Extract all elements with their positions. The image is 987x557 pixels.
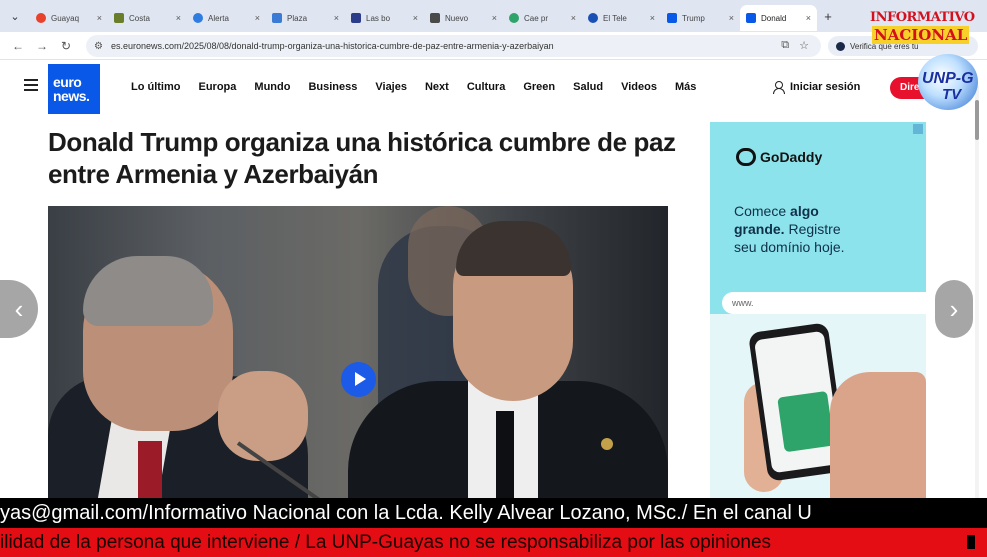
browser-tab[interactable]: Las bo × — [345, 5, 424, 31]
nav-item-green[interactable]: Green — [523, 81, 555, 93]
nav-item-videos[interactable]: Videos — [621, 81, 657, 93]
channel-watermark-logo: INFORMATIVO NACIONAL UNP-G TV — [868, 10, 987, 110]
tab-close-icon[interactable]: × — [729, 13, 734, 23]
nav-item-mas[interactable]: Más — [675, 81, 696, 93]
nav-item-europa[interactable]: Europa — [199, 81, 237, 93]
carousel-prev-icon[interactable]: ‹ — [0, 280, 38, 338]
tab-strip: ⌄ Guayaq × Costa × Alerta × Plaza × Las … — [0, 0, 987, 32]
tab-close-icon[interactable]: × — [806, 13, 811, 23]
tab-close-icon[interactable]: × — [650, 13, 655, 23]
nav-item-next[interactable]: Next — [425, 81, 449, 93]
site-header: euro news. Lo último Europa Mundo Busine… — [0, 60, 987, 116]
ticker-top: yas@gmail.com/Informativo Nacional con l… — [0, 498, 987, 528]
play-button-icon[interactable] — [341, 362, 376, 397]
tab-favicon-icon — [36, 13, 46, 23]
user-icon — [772, 81, 785, 94]
ad-info-icon[interactable] — [913, 124, 923, 134]
ticker-bottom: ilidad de la persona que interviene / La… — [0, 528, 987, 557]
browser-toolbar: ← → ↻ ⚙ es.euronews.com/2025/08/08/donal… — [0, 32, 987, 60]
screen-share-icon[interactable]: ⧉ — [781, 39, 789, 52]
tab-favicon-icon — [114, 13, 124, 23]
site-info-icon[interactable]: ⚙ — [94, 41, 103, 52]
tab-close-icon[interactable]: × — [413, 13, 418, 23]
ad-copy: Comece algo grande. Registre seu domínio… — [734, 203, 845, 255]
page-scrollbar[interactable] — [975, 86, 979, 500]
browser-tab[interactable]: Alerta × — [187, 5, 266, 31]
godaddy-logo-icon — [736, 148, 756, 166]
forward-arrow-icon[interactable]: → — [30, 39, 54, 53]
browser-tab[interactable]: Guayaq × — [30, 5, 108, 31]
nav-item-business[interactable]: Business — [308, 81, 357, 93]
hamburger-menu-icon[interactable] — [24, 79, 38, 91]
browser-tab[interactable]: El Tele × — [582, 5, 661, 31]
tab-close-icon[interactable]: × — [571, 13, 576, 23]
tab-favicon-icon — [667, 13, 677, 23]
reload-icon[interactable]: ↻ — [54, 39, 78, 53]
url-text[interactable]: es.euronews.com/2025/08/08/donald-trump-… — [111, 41, 554, 51]
carousel-next-icon[interactable]: › — [935, 280, 973, 338]
screen: ⌄ Guayaq × Costa × Alerta × Plaza × Las … — [0, 0, 987, 557]
browser-tab[interactable]: Nuevo × — [424, 5, 503, 31]
tab-favicon-icon — [509, 13, 519, 23]
address-bar[interactable]: ⚙ es.euronews.com/2025/08/08/donald-trum… — [86, 35, 821, 57]
nav-item-cultura[interactable]: Cultura — [467, 81, 506, 93]
nav-item-mundo[interactable]: Mundo — [254, 81, 290, 93]
euronews-logo[interactable]: euro news. — [48, 64, 100, 114]
tab-favicon-icon — [351, 13, 361, 23]
tab-close-icon[interactable]: × — [334, 13, 339, 23]
new-tab-button[interactable]: + — [817, 9, 839, 24]
bookmark-star-icon[interactable]: ☆ — [799, 39, 809, 52]
chevron-down-icon: ⌄ — [10, 10, 20, 23]
tab-favicon-icon — [272, 13, 282, 23]
browser-tab[interactable]: Trump × — [661, 5, 740, 31]
tab-close-icon[interactable]: × — [176, 13, 181, 23]
browser-tab[interactable]: Plaza × — [266, 5, 345, 31]
tab-search-button[interactable]: ⌄ — [0, 0, 30, 32]
tab-close-icon[interactable]: × — [492, 13, 497, 23]
tab-favicon-icon — [588, 13, 598, 23]
advertisement[interactable]: GoDaddy Comece algo grande. Registre seu… — [710, 122, 926, 498]
main-nav: Lo último Europa Mundo Business Viajes N… — [131, 81, 696, 93]
nav-item-viajes[interactable]: Viajes — [375, 81, 407, 93]
browser-tab[interactable]: Costa × — [108, 5, 187, 31]
tab-close-icon[interactable]: × — [97, 13, 102, 23]
tab-favicon-icon — [193, 13, 203, 23]
ad-domain-field: www. — [722, 292, 926, 314]
tab-favicon-icon — [430, 13, 440, 23]
browser-tab-active[interactable]: Donald × — [740, 5, 817, 31]
nav-item-salud[interactable]: Salud — [573, 81, 603, 93]
tab-favicon-icon — [746, 13, 756, 23]
article-headline: Donald Trump organiza una histórica cumb… — [48, 127, 676, 189]
login-button[interactable]: Iniciar sesión — [772, 81, 860, 94]
verify-icon — [836, 41, 845, 51]
article-video-thumbnail[interactable] — [48, 206, 668, 498]
browser-tab[interactable]: Cae pr × — [503, 5, 582, 31]
ticker-marker — [967, 535, 975, 549]
back-arrow-icon[interactable]: ← — [6, 39, 30, 53]
nav-item-lo-ultimo[interactable]: Lo último — [131, 81, 181, 93]
tab-close-icon[interactable]: × — [255, 13, 260, 23]
ad-brand: GoDaddy — [736, 148, 822, 166]
